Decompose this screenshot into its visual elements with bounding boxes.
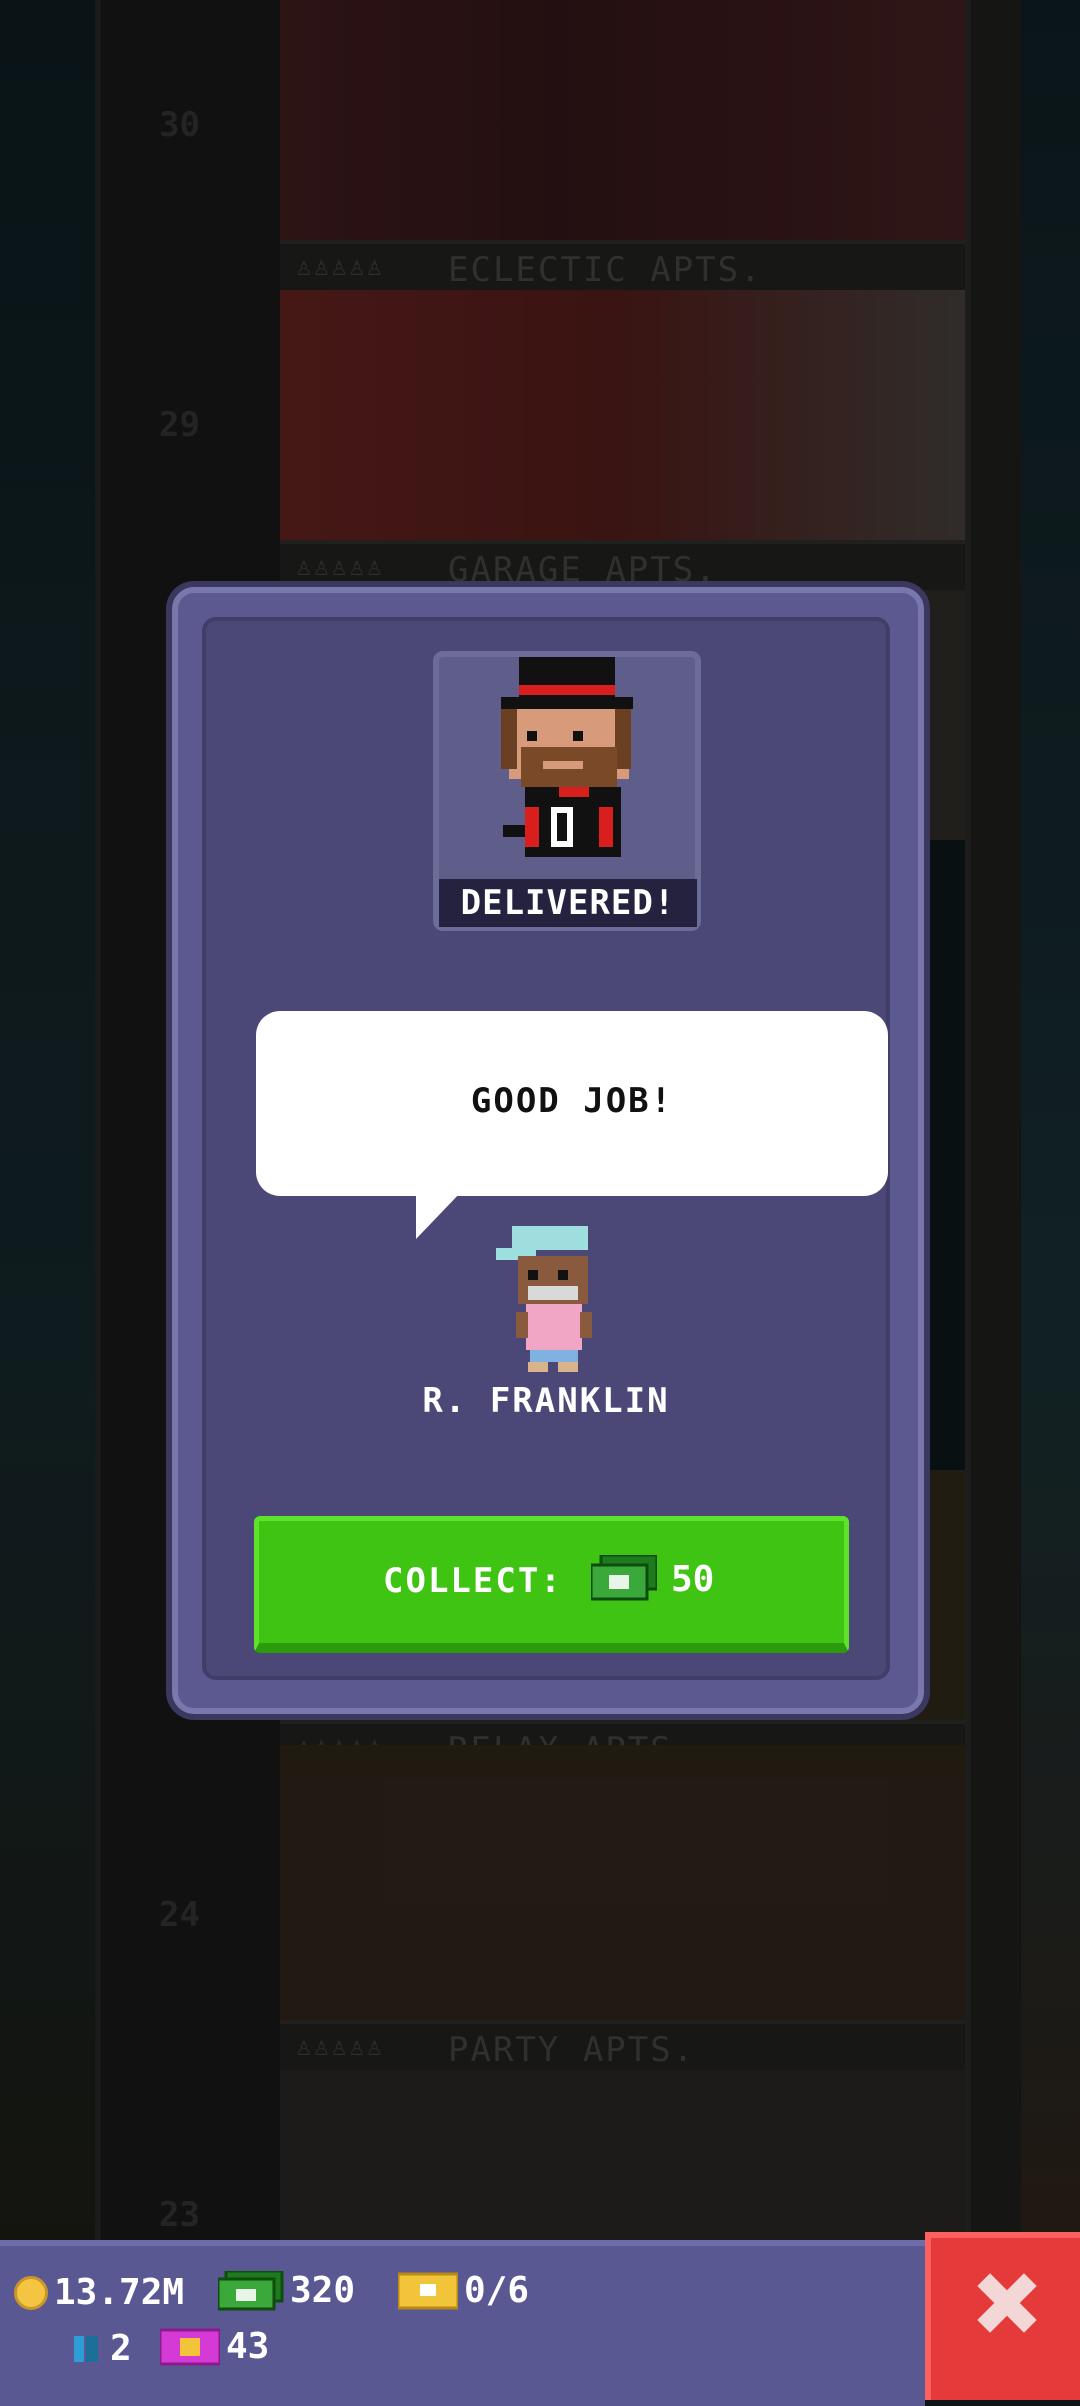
capped-character-icon [496,1226,592,1372]
speaker-name: R. FRANKLIN [422,1381,670,1421]
delivery-dialog: DELIVERED! GOOD JOB! R. FRANKLIN COLLECT… [172,587,924,1714]
speech-bubble-tail [416,1191,462,1239]
coins-stat[interactable]: 13.72M [14,2272,184,2313]
speaker-avatar [496,1226,606,1376]
ticket-icon [398,2272,458,2309]
keys-stat[interactable]: 2 [70,2328,132,2369]
bux-value: 320 [290,2270,356,2311]
speech-bubble: GOOD JOB! [256,1011,888,1196]
coin-icon [14,2275,48,2310]
resource-bar: 13.72M 320 0/6 2 43 [0,2240,925,2406]
tickets-stat[interactable]: 0/6 [398,2270,529,2311]
speech-text: GOOD JOB! [470,1081,674,1121]
vip-value: 43 [226,2326,270,2367]
close-button[interactable] [925,2232,1080,2400]
keys-value: 2 [110,2328,132,2369]
collect-button[interactable]: COLLECT: 50 [254,1516,849,1653]
bux-stat[interactable]: 320 [218,2270,355,2311]
close-icon [977,2273,1037,2333]
collect-amount: 50 [671,1559,715,1600]
vip-stat[interactable]: 43 [160,2326,269,2367]
collect-label: COLLECT: [383,1561,563,1601]
vip-icon [160,2328,220,2365]
key-icon [74,2335,98,2362]
coins-value: 13.72M [54,2272,185,2313]
tickets-value: 0/6 [464,2270,530,2311]
delivered-label: DELIVERED! [439,879,697,927]
cash-icon [589,1553,659,1605]
cash-icon [218,2270,284,2310]
